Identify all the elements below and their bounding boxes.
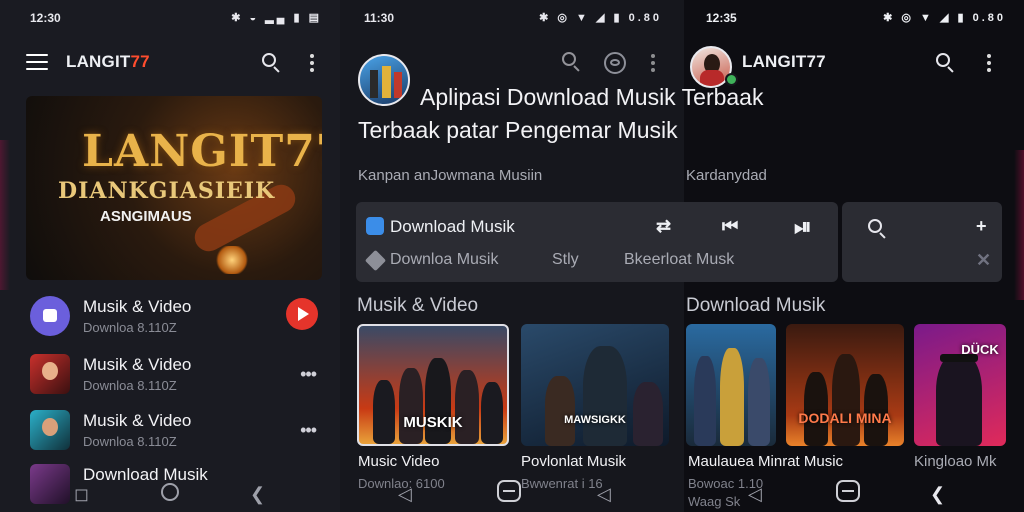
album-art-text: MUSKIK xyxy=(403,414,463,431)
section-title-video: Musik & Video xyxy=(357,295,479,316)
card-title: Maulauea Minrat Music xyxy=(688,453,844,470)
list-item-subtitle: Downloa 8.110Z xyxy=(83,378,177,393)
status-icons: ✱ ◎ ▼ ◢ ▮ 0.80 xyxy=(539,12,662,24)
more-vert-icon[interactable] xyxy=(310,54,314,75)
card-subtitle: Bwwenrat i 16 xyxy=(521,476,603,491)
download-icon xyxy=(366,217,384,235)
more-horiz-icon[interactable]: ••• xyxy=(300,420,317,441)
card-title: Povlonlat Musik xyxy=(521,453,627,470)
album-card[interactable]: DÜCK xyxy=(914,324,1006,446)
list-item[interactable]: Musik & Video Downloa 8.110Z xyxy=(30,294,330,338)
status-time: 12:35 xyxy=(706,11,737,25)
player-style: Stly xyxy=(552,251,579,268)
recents-icon[interactable]: ◁ xyxy=(398,484,412,505)
edge-glow xyxy=(1014,150,1024,300)
caption-left: Kanpan anJowmana Musiin xyxy=(358,167,543,184)
search-card[interactable]: + ✕ xyxy=(842,202,1002,282)
app-brand: LANGIT77 xyxy=(66,52,150,72)
home-icon[interactable] xyxy=(836,480,860,502)
list-item-title: Musik & Video xyxy=(83,297,192,316)
list-item-subtitle: Downloa 8.110Z xyxy=(83,434,177,449)
card-subtitle-extra: Waag Sk xyxy=(688,494,741,509)
album-art-text: DÜCK xyxy=(961,342,999,357)
search-icon[interactable] xyxy=(562,52,582,72)
back-icon[interactable]: ◁ xyxy=(597,484,611,505)
more-vert-icon[interactable] xyxy=(651,54,655,75)
edge-glow xyxy=(0,140,10,290)
brand-suffix: 77 xyxy=(130,52,150,71)
home-icon[interactable] xyxy=(161,483,179,501)
list-item-title: Musik & Video xyxy=(83,411,192,430)
page-subtitle: Terbaak patar Pengemar Musik xyxy=(358,117,678,143)
close-icon[interactable]: ✕ xyxy=(976,250,991,271)
caption-right: Kardanydad xyxy=(686,167,767,184)
section-title-download: Download Musik xyxy=(686,295,826,316)
search-icon[interactable] xyxy=(868,219,888,239)
hero-banner[interactable]: LANGIT77 DIANKGIASIEIK ASNGIMAUS xyxy=(26,96,322,280)
player-card[interactable]: Download Musik ⇄ ⏮ ⏯ Downloa Musik Stly … xyxy=(356,202,838,282)
more-vert-icon[interactable] xyxy=(987,54,991,75)
status-bar: 11:30 ✱ ◎ ▼ ◢ ▮ 0.80 xyxy=(340,0,684,36)
hero-tagline: ASNGIMAUS xyxy=(100,208,192,225)
album-card[interactable]: DODALI MINA xyxy=(786,324,904,446)
back-icon[interactable]: ❮ xyxy=(250,484,265,505)
list-item-subtitle: Downloa 8.110Z xyxy=(83,320,177,335)
recents-icon[interactable]: ◁ xyxy=(748,484,762,505)
player-extra: Bkeerloat Musk xyxy=(624,251,735,268)
screen-home: 12:30 ✱ ◒ ▂▄ ▮ ▤ LANGIT77 LANGIT77 DIANK… xyxy=(0,0,340,512)
album-card[interactable] xyxy=(686,324,776,446)
skip-previous-icon[interactable]: ⏮ xyxy=(722,216,738,237)
page-title: Aplipasi Download Musik Terbaak xyxy=(420,84,764,110)
list-item-thumbnail xyxy=(30,410,70,450)
search-icon[interactable] xyxy=(262,53,282,73)
more-horiz-icon[interactable]: ••• xyxy=(300,364,317,385)
player-title: Download Musik xyxy=(390,217,515,236)
album-card[interactable]: MUSKIK xyxy=(357,324,509,446)
list-item-title: Musik & Video xyxy=(83,355,192,374)
back-icon[interactable]: ❮ xyxy=(930,484,945,505)
status-bar: 12:35 ✱ ◎ ▼ ◢ ▮ 0.80 xyxy=(684,0,1024,36)
play-pause-icon[interactable]: ⏯ xyxy=(794,214,812,240)
avatar[interactable] xyxy=(358,54,410,106)
brand-prefix: LANGIT xyxy=(66,52,131,71)
status-icons: ✱ ◎ ▼ ◢ ▮ 0.80 xyxy=(883,12,1006,24)
list-item-thumbnail xyxy=(30,354,70,394)
hero-title: LANGIT77 xyxy=(82,126,322,177)
status-icons: ✱ ◒ ▂▄ ▮ ▤ xyxy=(231,12,322,24)
album-card[interactable]: MAWSIGKK xyxy=(521,324,669,446)
music-icon[interactable] xyxy=(604,52,626,74)
play-button[interactable] xyxy=(286,298,318,330)
status-time: 11:30 xyxy=(364,11,395,25)
verified-badge-icon xyxy=(725,73,738,86)
album-art-text: DODALI MINA xyxy=(798,410,892,426)
app-brand: LANGIT77 xyxy=(742,52,826,71)
list-item[interactable]: Musik & Video Downloa 8.110Z ••• xyxy=(30,408,330,452)
player-subtitle: Downloa Musik xyxy=(390,251,499,268)
hero-subtitle: DIANKGIASIEIK xyxy=(58,178,276,204)
plus-icon[interactable]: + xyxy=(976,216,987,237)
home-icon[interactable] xyxy=(497,480,521,502)
system-nav-bar: ◻ ❮ xyxy=(0,476,340,512)
search-icon[interactable] xyxy=(936,53,956,73)
recents-icon[interactable]: ◻ xyxy=(74,484,89,505)
status-time: 12:30 xyxy=(30,11,61,25)
card-title: Kingloao Mk xyxy=(914,453,997,470)
status-bar: 12:30 ✱ ◒ ▂▄ ▮ ▤ xyxy=(0,0,340,36)
shuffle-icon[interactable]: ⇄ xyxy=(656,216,671,237)
list-item[interactable]: Musik & Video Downloa 8.110Z ••• xyxy=(30,352,330,396)
hamburger-icon[interactable] xyxy=(26,54,48,70)
album-art-text: MAWSIGKK xyxy=(564,414,626,426)
card-title: Music Video xyxy=(358,453,440,470)
controller-icon xyxy=(30,296,70,336)
flame-art xyxy=(214,246,250,274)
diamond-icon xyxy=(364,249,387,272)
